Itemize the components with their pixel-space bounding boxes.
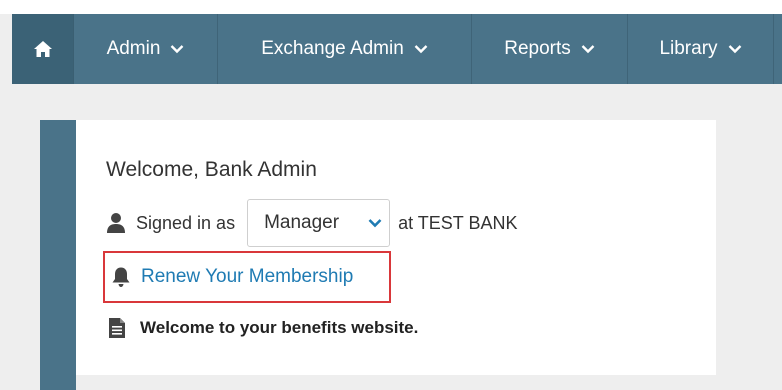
user-icon: [107, 213, 125, 233]
benefits-text: Welcome to your benefits website.: [140, 318, 419, 337]
welcome-heading: Welcome, Bank Admin: [106, 158, 317, 181]
signed-in-label: Signed in as: [136, 212, 236, 233]
chevron-down-icon: [581, 45, 595, 54]
role-select-value: Manager: [264, 212, 340, 233]
nav-reports-menu[interactable]: Reports: [472, 14, 628, 84]
nav-library-label: Library: [659, 38, 718, 59]
benefits-row: Welcome to your benefits website.: [108, 316, 418, 340]
nav-exchange-admin-label: Exchange Admin: [261, 38, 404, 59]
role-select-toggle: [361, 218, 389, 228]
role-select[interactable]: Manager: [247, 199, 391, 247]
top-strip: [0, 0, 782, 14]
nav-reports-label: Reports: [504, 38, 571, 59]
chevron-down-icon: [728, 45, 741, 54]
document-icon: [109, 318, 125, 338]
renew-highlight-box: Renew Your Membership: [103, 251, 391, 303]
nav-admin-label: Admin: [106, 38, 161, 59]
chevron-down-icon: [368, 219, 382, 228]
nav-library-menu[interactable]: Library: [628, 14, 774, 84]
renew-membership-link[interactable]: Renew Your Membership: [141, 266, 353, 288]
nav-exchange-admin-menu[interactable]: Exchange Admin: [218, 14, 472, 84]
nav-home-button[interactable]: [12, 14, 74, 84]
home-icon: [33, 41, 52, 57]
signed-in-row: Signed in as Manager at TEST BANK: [106, 198, 517, 248]
top-navbar: Admin Exchange Admin Reports Library: [12, 14, 782, 84]
chevron-down-icon: [414, 45, 428, 54]
card-accent-bar: [40, 120, 76, 390]
chevron-down-icon: [171, 45, 184, 54]
bell-icon: [112, 267, 130, 287]
bank-name-text: at TEST BANK: [398, 212, 518, 233]
nav-admin-menu[interactable]: Admin: [74, 14, 218, 84]
